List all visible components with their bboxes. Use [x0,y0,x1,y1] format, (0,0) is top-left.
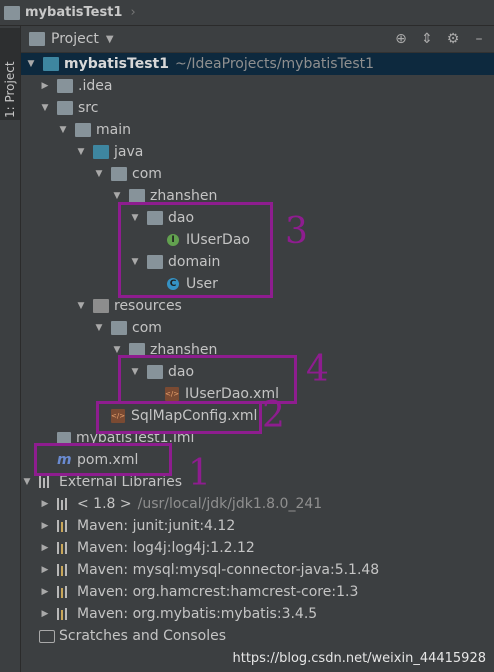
tree-row-library[interactable]: ▶ Maven: org.mybatis:mybatis:3.4.5 [39,603,318,625]
jdk-label: < 1.8 > [77,496,132,512]
tree-row-res-com[interactable]: ▼ com [93,317,162,339]
locate-icon[interactable]: ⊕ [392,30,410,48]
chevron-right-icon: › [130,5,136,20]
chevron-right-icon[interactable]: ▶ [39,609,51,619]
ext-libs-label: External Libraries [59,474,182,490]
resources-folder-icon [93,299,109,313]
chevron-down-icon[interactable]: ▼ [106,34,114,45]
annotation-number-2: 2 [262,395,285,436]
chevron-right-icon[interactable]: ▶ [39,521,51,531]
library-icon [57,586,71,598]
project-view-icon [29,32,45,46]
library-icon [57,608,71,620]
idea-label: .idea [78,78,113,94]
collapse-all-icon[interactable]: ⇕ [418,30,436,48]
tree-row-idea[interactable]: ▶ .idea [39,75,113,97]
chevron-right-icon[interactable]: ▶ [39,565,51,575]
tree-row-library[interactable]: ▶ Maven: org.hamcrest:hamcrest-core:1.3 [39,581,359,603]
tree-row-resources[interactable]: ▼ resources [75,295,182,317]
com-label: com [132,166,162,182]
folder-icon [111,321,127,335]
folder-icon [57,101,73,115]
folder-icon [75,123,91,137]
tree-row-library[interactable]: ▶ Maven: log4j:log4j:1.2.12 [39,537,255,559]
tree-row-main[interactable]: ▼ main [57,119,131,141]
library-label: Maven: junit:junit:4.12 [77,518,236,534]
library-label: Maven: mysql:mysql-connector-java:5.1.48 [77,562,380,578]
scratches-icon [39,629,55,643]
folder-icon [57,79,73,93]
view-selector[interactable]: Project [51,31,99,47]
annotation-number-3: 3 [285,211,308,252]
library-icon [39,476,53,488]
module-folder-icon [43,57,59,71]
tree-row-library[interactable]: ▶ Maven: mysql:mysql-connector-java:5.1.… [39,559,380,581]
tree-row-java[interactable]: ▼ java [75,141,144,163]
jdk-path: /usr/local/jdk/jdk1.8.0_241 [137,496,323,512]
tree-row-src[interactable]: ▼ src [39,97,99,119]
breadcrumb: mybatisTest1 › [0,0,494,26]
library-label: Maven: log4j:log4j:1.2.12 [77,540,255,556]
annotation-box-1 [34,443,172,476]
project-tool-tab-label: 1: Project [3,61,17,118]
chevron-down-icon[interactable]: ▼ [111,191,123,201]
chevron-down-icon[interactable]: ▼ [93,169,105,179]
left-tool-strip [0,26,21,672]
chevron-right-icon[interactable]: ▶ [39,587,51,597]
tree-row-library[interactable]: ▶ Maven: junit:junit:4.12 [39,515,236,537]
chevron-down-icon[interactable]: ▼ [39,103,51,113]
annotation-box-3 [118,202,273,298]
watermark: https://blog.csdn.net/weixin_44415928 [232,651,486,666]
resources-label: resources [114,298,182,314]
tree-row-com[interactable]: ▼ com [93,163,162,185]
chevron-down-icon[interactable]: ▼ [93,323,105,333]
root-path: ~/IdeaProjects/mybatisTest1 [174,56,375,72]
chevron-down-icon[interactable]: ▼ [57,125,69,135]
chevron-right-icon[interactable]: ▶ [39,543,51,553]
main-label: main [96,122,131,138]
hide-icon[interactable]: – [470,30,488,48]
annotation-box-2 [96,401,262,434]
root-label: mybatisTest1 [64,56,169,72]
project-tool-tab[interactable]: 1: Project [0,28,20,120]
annotation-number-4: 4 [306,349,329,390]
tree-row-jdk[interactable]: ▶ < 1.8 > /usr/local/jdk/jdk1.8.0_241 [39,493,323,515]
breadcrumb-project-name[interactable]: mybatisTest1 [25,5,122,20]
library-icon [57,542,71,554]
chevron-down-icon[interactable]: ▼ [75,301,87,311]
source-folder-icon [93,145,109,159]
library-label: Maven: org.hamcrest:hamcrest-core:1.3 [77,584,359,600]
library-icon [57,564,71,576]
project-toolbar: Project ▼ ⊕ ⇕ ⚙ – [21,26,494,53]
package-icon [129,189,145,203]
chevron-down-icon[interactable]: ▼ [111,345,123,355]
chevron-right-icon[interactable]: ▶ [39,81,51,91]
annotation-number-1: 1 [188,453,211,494]
chevron-down-icon[interactable]: ▼ [25,59,37,69]
java-label: java [114,144,144,160]
chevron-right-icon[interactable]: ▶ [39,499,51,509]
tree-row-scratches[interactable]: Scratches and Consoles [39,625,226,647]
chevron-down-icon[interactable]: ▼ [75,147,87,157]
src-label: src [78,100,99,116]
res-com-label: com [132,320,162,336]
library-icon [57,520,71,532]
library-label: Maven: org.mybatis:mybatis:3.4.5 [77,606,318,622]
tree-row-root[interactable]: ▼ mybatisTest1 ~/IdeaProjects/mybatisTes… [21,53,494,75]
package-icon [111,167,127,181]
gear-icon[interactable]: ⚙ [444,30,462,48]
project-folder-icon [4,5,20,20]
chevron-down-icon[interactable]: ▼ [21,477,33,487]
jdk-icon [57,498,71,510]
scratches-label: Scratches and Consoles [59,628,226,644]
